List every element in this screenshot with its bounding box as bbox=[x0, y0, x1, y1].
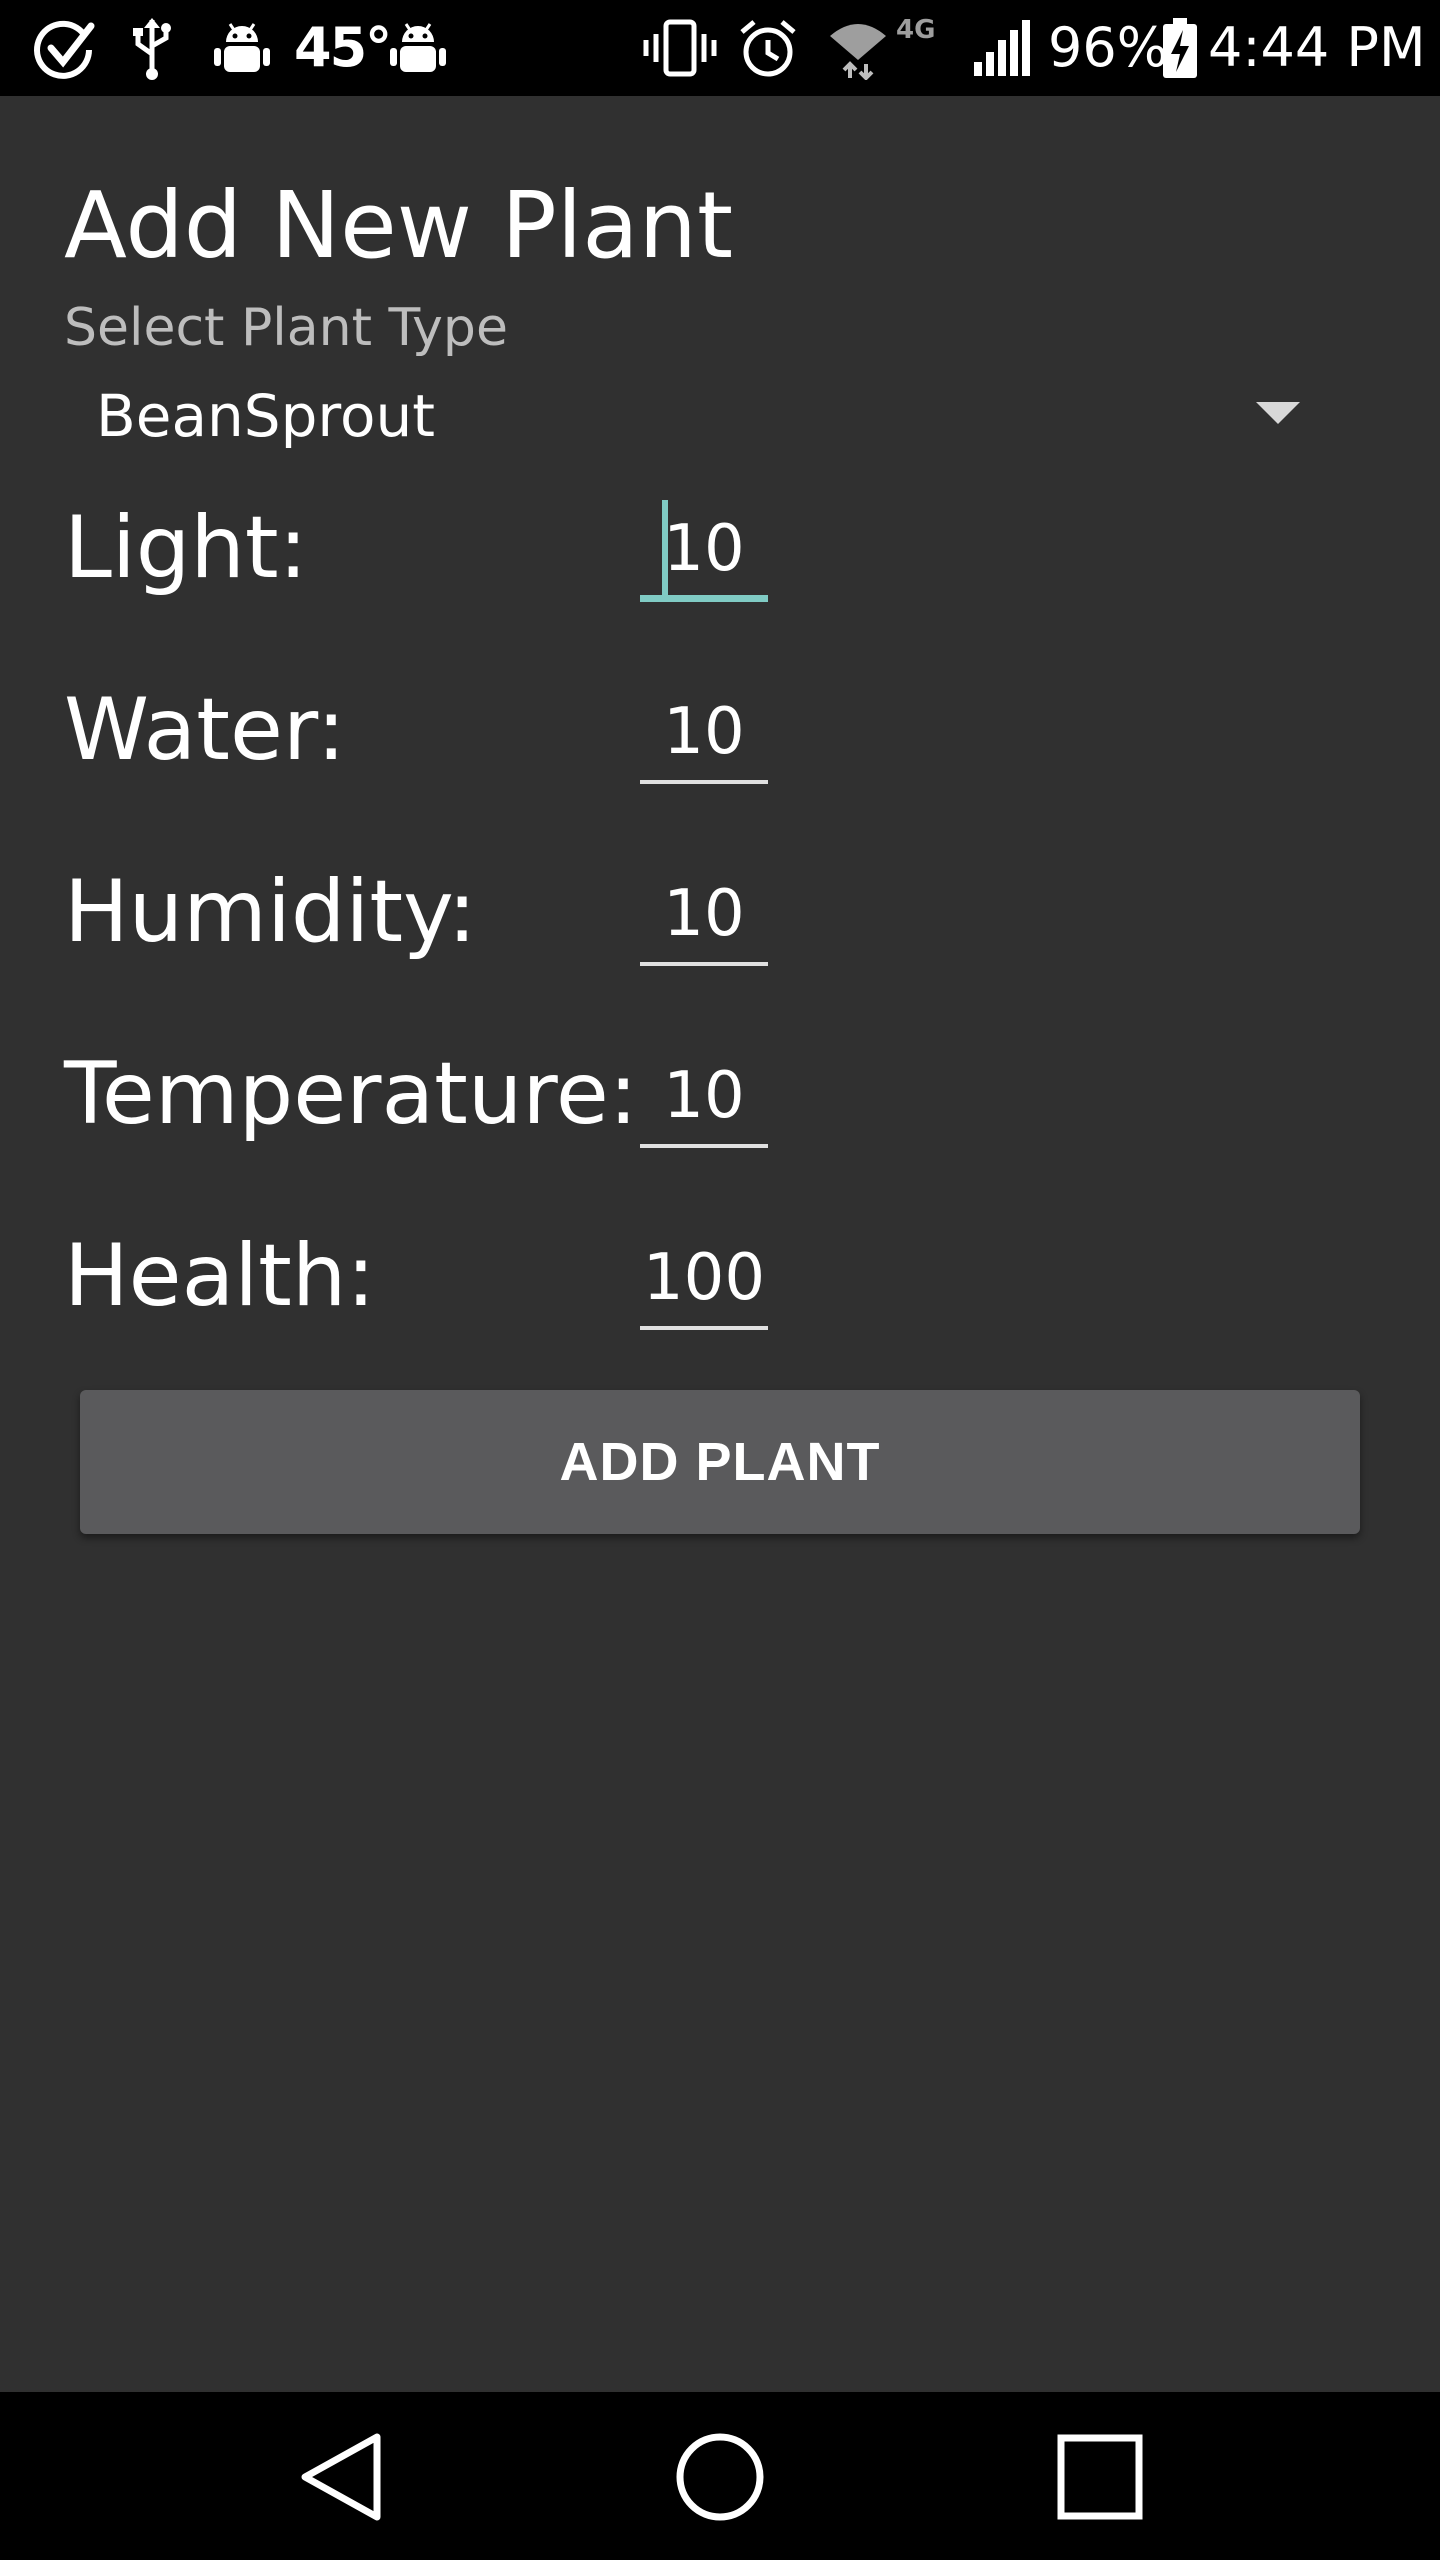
humidity-input[interactable] bbox=[640, 866, 768, 966]
usb-icon bbox=[124, 14, 180, 82]
alarm-icon bbox=[736, 14, 800, 82]
light-row: Light: bbox=[64, 488, 1364, 608]
clock-text: 4:44 PM bbox=[1208, 16, 1426, 79]
android-debug-icon bbox=[386, 14, 450, 82]
android-debug-icon bbox=[210, 14, 274, 82]
text-cursor bbox=[662, 500, 668, 596]
battery-percent-text: 96% bbox=[1048, 16, 1169, 79]
health-row: Health: bbox=[64, 1216, 1364, 1336]
temperature-label: Temperature: bbox=[64, 1044, 638, 1144]
plant-type-label: Select Plant Type bbox=[64, 298, 508, 358]
humidity-label: Humidity: bbox=[64, 862, 477, 962]
battery-charging-icon bbox=[1158, 14, 1202, 82]
cell-signal-icon bbox=[970, 14, 1034, 82]
health-label: Health: bbox=[64, 1226, 376, 1326]
vibrate-icon bbox=[640, 14, 720, 82]
humidity-row: Humidity: bbox=[64, 852, 1364, 972]
light-label: Light: bbox=[64, 498, 308, 598]
navigation-bar bbox=[0, 2392, 1440, 2560]
page-title: Add New Plant bbox=[64, 172, 734, 279]
recents-icon[interactable] bbox=[1040, 2422, 1160, 2532]
plant-type-dropdown[interactable]: BeanSprout bbox=[64, 372, 1320, 460]
health-input[interactable] bbox=[640, 1230, 768, 1330]
temperature-text: 45° bbox=[294, 16, 392, 79]
water-input[interactable] bbox=[640, 684, 768, 784]
network-type-text: 4G bbox=[896, 15, 936, 45]
home-icon[interactable] bbox=[660, 2422, 780, 2532]
dropdown-arrow-icon bbox=[1256, 402, 1300, 424]
temperature-row: Temperature: bbox=[64, 1034, 1364, 1154]
wifi-icon bbox=[826, 14, 890, 82]
add-plant-button[interactable]: ADD PLANT bbox=[80, 1390, 1360, 1534]
status-bar: 45° 4G 96% 4:44 PM bbox=[0, 0, 1440, 96]
temperature-input[interactable] bbox=[640, 1048, 768, 1148]
water-row: Water: bbox=[64, 670, 1364, 790]
light-input[interactable] bbox=[640, 502, 768, 602]
water-label: Water: bbox=[64, 680, 346, 780]
back-icon[interactable] bbox=[280, 2422, 400, 2532]
check-circle-icon bbox=[30, 14, 100, 82]
plant-type-value: BeanSprout bbox=[96, 382, 435, 450]
